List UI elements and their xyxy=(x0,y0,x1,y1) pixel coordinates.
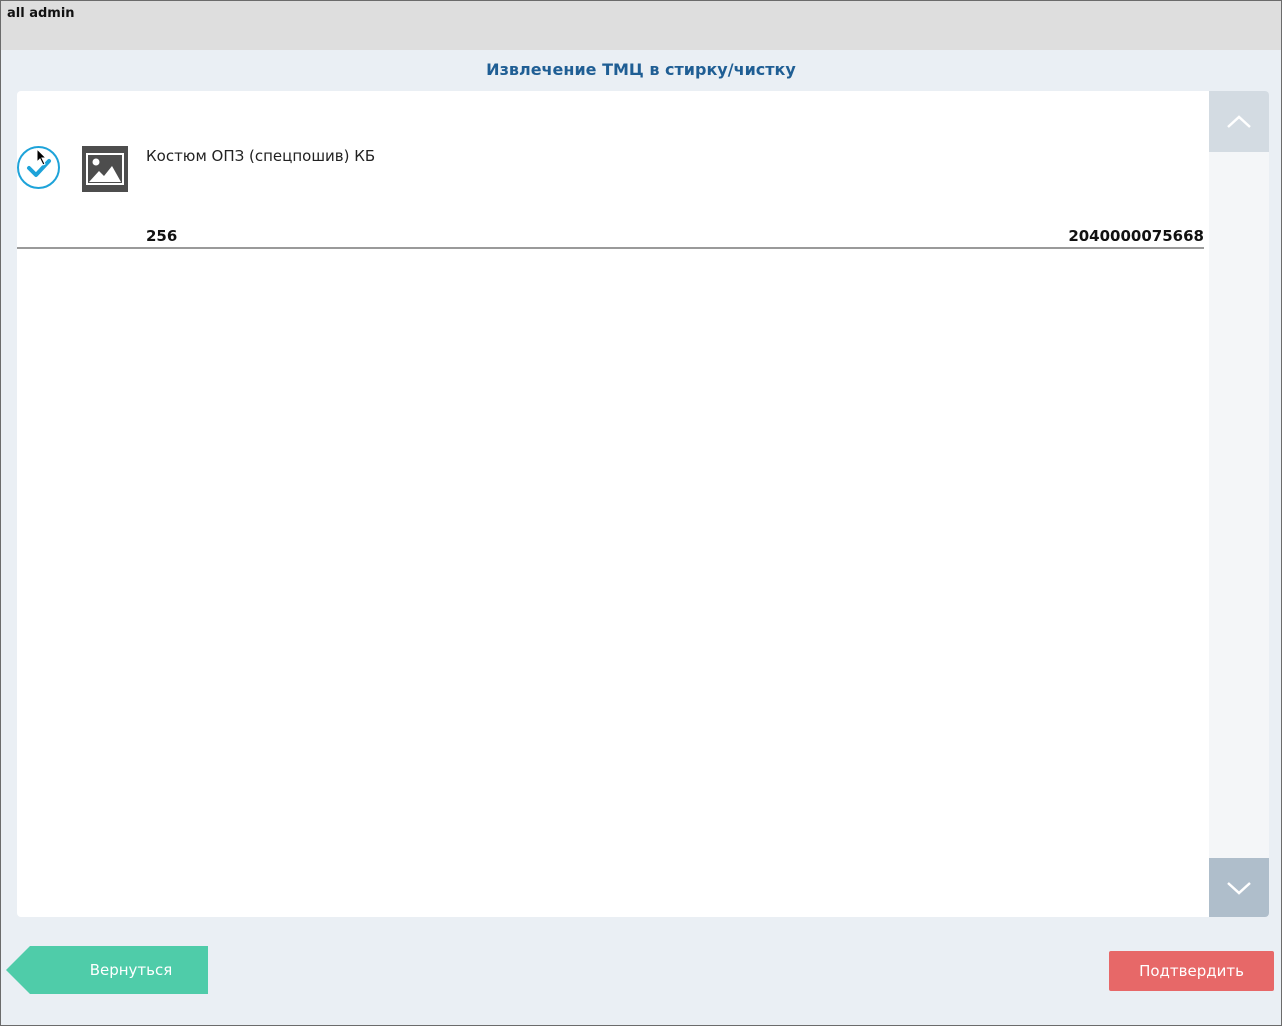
page-title: Извлечение ТМЦ в стирку/чистку xyxy=(486,60,796,79)
list-item[interactable]: Костюм ОПЗ (спецпошив) КБ 256 2040000075… xyxy=(17,141,1204,249)
top-bar: all admin xyxy=(1,1,1281,50)
image-placeholder-icon xyxy=(82,146,128,192)
items-list: Костюм ОПЗ (спецпошив) КБ 256 2040000075… xyxy=(17,91,1209,917)
scroll-up-button[interactable] xyxy=(1209,91,1269,152)
item-barcode: 2040000075668 xyxy=(1068,227,1204,245)
confirm-button[interactable]: Подтвердить xyxy=(1109,951,1274,991)
scroll-down-button[interactable] xyxy=(1209,858,1269,917)
scrollbar[interactable] xyxy=(1209,91,1269,917)
mouse-cursor-icon xyxy=(36,148,48,166)
back-button[interactable]: Вернуться xyxy=(6,946,208,994)
item-quantity: 256 xyxy=(146,227,178,245)
chevron-up-icon xyxy=(1227,114,1251,128)
item-name: Костюм ОПЗ (спецпошив) КБ xyxy=(146,147,376,165)
user-label: all admin xyxy=(7,6,75,21)
chevron-down-icon xyxy=(1227,881,1251,895)
